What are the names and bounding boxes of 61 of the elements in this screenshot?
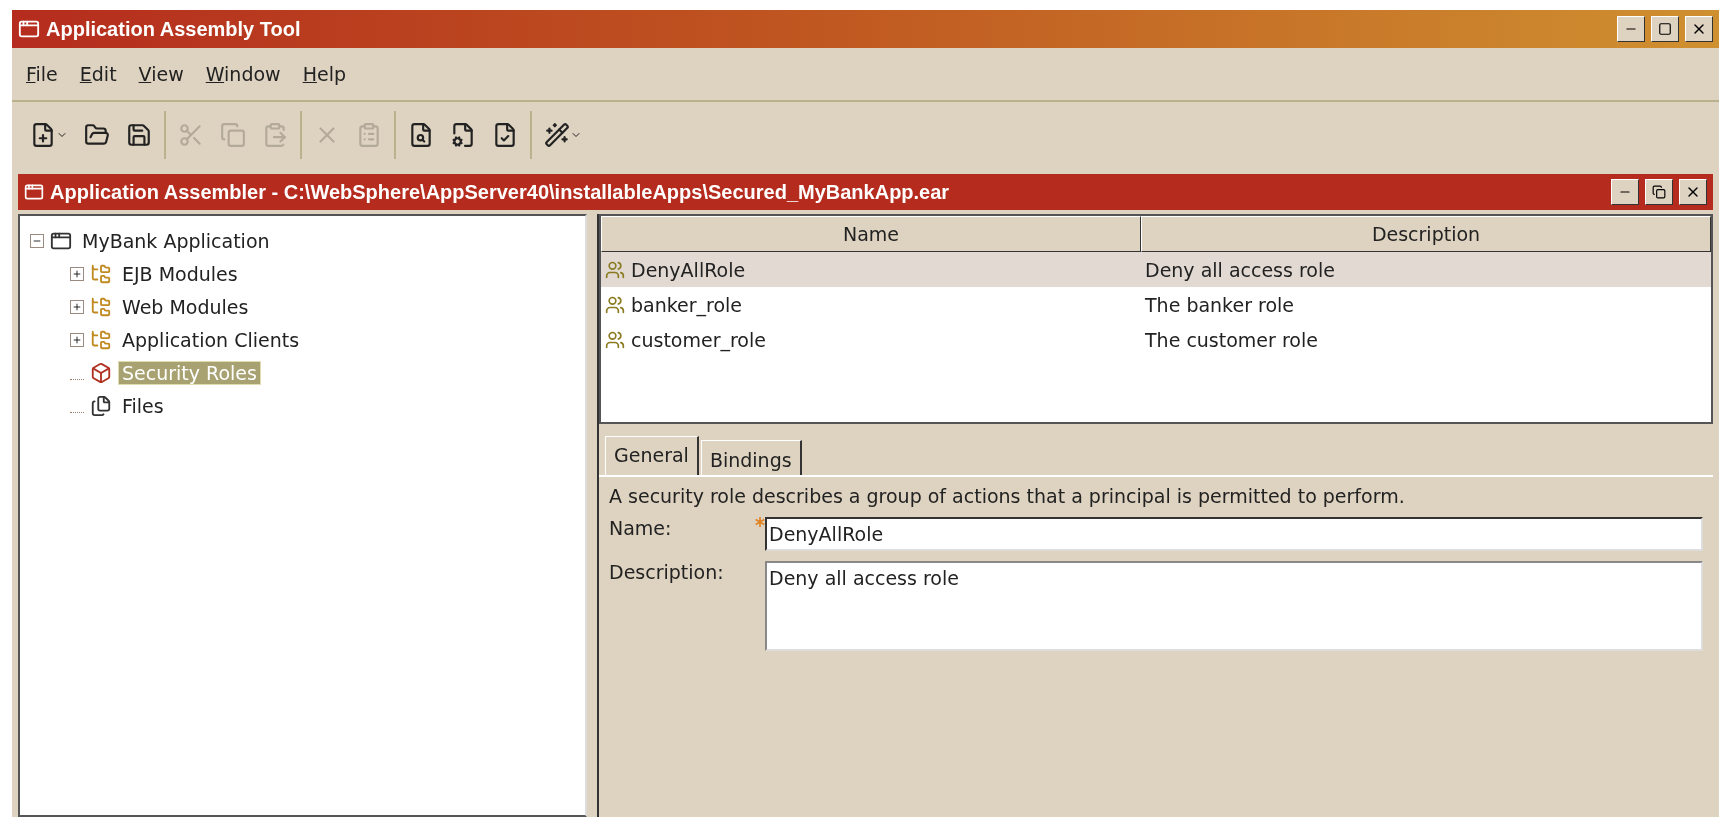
app-icon: [24, 182, 44, 202]
menu-item[interactable]: Edit: [71, 63, 125, 85]
tree-item[interactable]: EJB Modules: [118, 261, 242, 286]
file-gear-icon: [450, 122, 476, 148]
folder-icon: [84, 122, 110, 148]
folder-icon: [90, 262, 112, 285]
column-header[interactable]: Description: [1141, 216, 1711, 252]
new-file-icon: [30, 122, 56, 148]
expand-icon[interactable]: [70, 299, 84, 314]
description-text: A security role describes a group of actions that a principal is permitted to perform.: [609, 485, 1406, 507]
search-icon: [408, 122, 434, 148]
table-row[interactable]: DenyAllRole Deny all access role: [601, 252, 1711, 287]
clipboard-icon: [356, 122, 382, 148]
copy-icon: [220, 122, 246, 148]
save-icon: [126, 122, 152, 148]
app-icon: [18, 18, 40, 40]
minimize-button[interactable]: [1617, 16, 1645, 42]
maximize-icon: [1658, 22, 1672, 36]
collapse-icon[interactable]: [30, 233, 44, 248]
role-icon: [605, 329, 625, 350]
role-icon: [605, 259, 625, 280]
tab[interactable]: General: [605, 436, 699, 475]
tree-item[interactable]: Application Clients: [118, 327, 304, 352]
table-cell: The banker role: [1145, 293, 1294, 316]
files-icon: [90, 394, 112, 417]
paste-icon: [262, 122, 288, 148]
menu-item[interactable]: Window: [197, 63, 289, 85]
table-cell: The customer role: [1145, 328, 1318, 351]
expand-icon[interactable]: [70, 332, 84, 347]
menu-item[interactable]: File: [18, 63, 66, 85]
table-cell: customer_role: [631, 328, 766, 351]
file-check-icon: [492, 122, 518, 148]
close-button[interactable]: [1685, 16, 1713, 42]
menu-item[interactable]: View: [130, 63, 192, 85]
restore-button[interactable]: [1645, 179, 1673, 205]
tree-item[interactable]: MyBank Application: [78, 228, 274, 253]
wand-icon: [544, 122, 570, 148]
expand-icon[interactable]: [70, 266, 84, 281]
window-title: Application Assembler - C:\WebSphere\AppServer40\installableApps\Secured_MyBankApp.ear: [50, 180, 951, 204]
tree-item[interactable]: Web Modules: [118, 294, 253, 319]
folder-icon: [90, 295, 112, 318]
scissors-icon: [178, 122, 204, 148]
field-label: Name:: [609, 517, 673, 539]
table-cell: banker_role: [631, 293, 743, 316]
window-title: Application Assembly Tool: [46, 17, 302, 41]
close-button[interactable]: [1679, 179, 1707, 205]
description-field[interactable]: Deny all access role: [765, 561, 1703, 651]
name-field[interactable]: DenyAllRole: [765, 517, 1703, 551]
column-header[interactable]: Name: [601, 216, 1141, 252]
table-cell: Deny all access role: [1145, 258, 1335, 281]
role-icon: [605, 294, 625, 315]
tab[interactable]: Bindings: [700, 440, 802, 475]
tree-item[interactable]: Files: [118, 393, 168, 418]
table-cell: DenyAllRole: [631, 258, 746, 281]
folder-icon: [90, 328, 112, 351]
field-label: Description:: [609, 561, 725, 583]
cube-icon: [90, 361, 112, 384]
maximize-button[interactable]: [1651, 16, 1679, 42]
menu-item[interactable]: Help: [294, 63, 354, 85]
minimize-button[interactable]: [1611, 179, 1639, 205]
restore-icon: [1652, 185, 1666, 199]
